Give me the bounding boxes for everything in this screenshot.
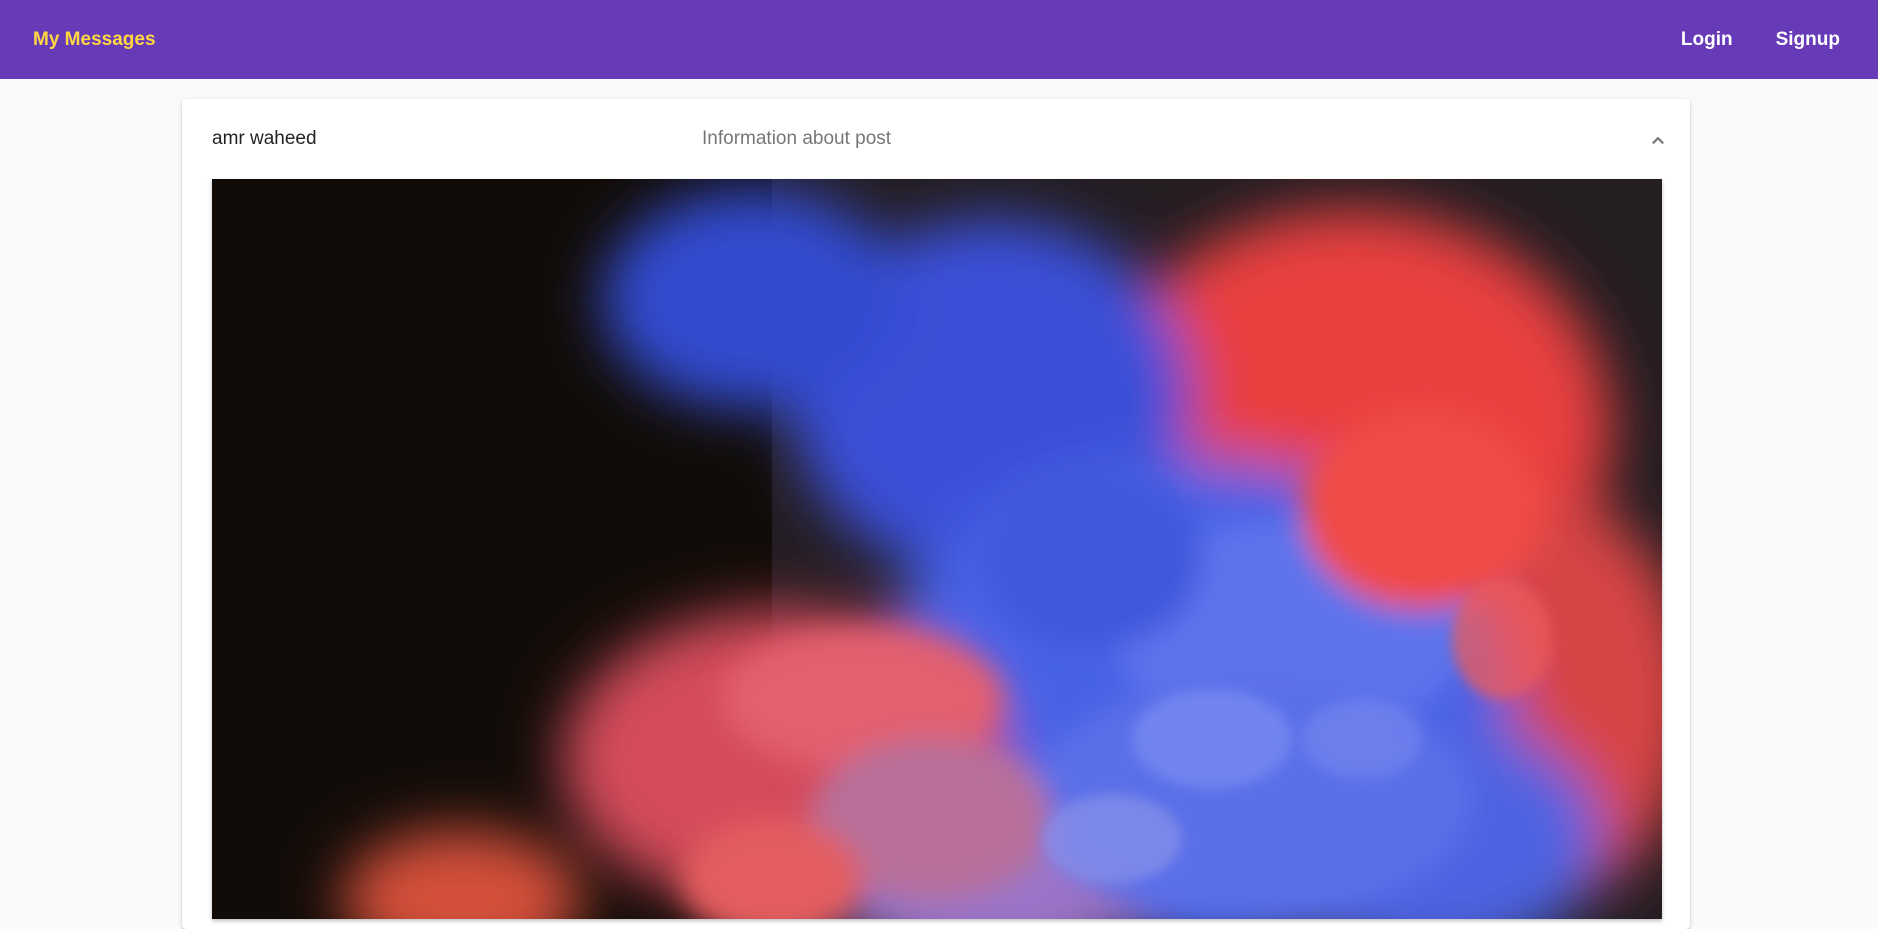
login-button[interactable]: Login <box>1681 29 1733 51</box>
top-toolbar: My Messages Login Signup <box>0 0 1878 79</box>
signup-button[interactable]: Signup <box>1776 29 1840 51</box>
nav-links: Login Signup <box>1638 29 1840 51</box>
brand-link[interactable]: My Messages <box>33 29 156 51</box>
post-description: Information about post <box>702 128 892 149</box>
post-panel-header[interactable]: amr waheed Information about post <box>182 99 1690 179</box>
post-author: amr waheed <box>212 128 317 149</box>
post-image <box>212 179 1662 919</box>
post-expansion-panel: amr waheed Information about post <box>182 99 1690 929</box>
chevron-up-icon[interactable] <box>1647 129 1669 151</box>
